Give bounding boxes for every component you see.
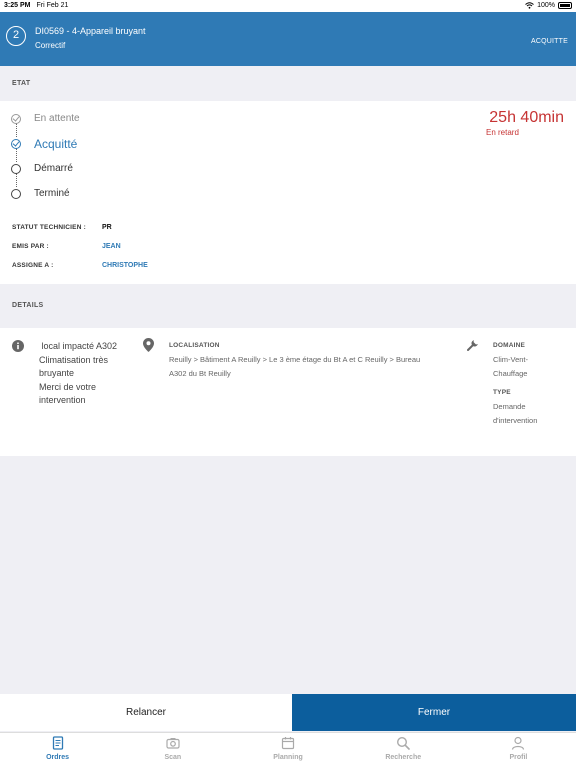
tab-planning[interactable]: Planning	[230, 733, 345, 768]
wrench-icon	[467, 340, 478, 351]
acquitte-button[interactable]: ACQUITTE	[531, 38, 568, 45]
status-date: Fri Feb 21	[36, 2, 69, 9]
timeline-step-en-attente: En attente	[11, 113, 80, 124]
order-header: 2 DI0569 - 4-Appareil bruyant Correctif …	[0, 12, 576, 66]
tab-label: Profil	[509, 754, 528, 761]
document-icon	[52, 736, 63, 750]
check-circle-icon	[11, 113, 21, 124]
timeline-step-label: Démarré	[34, 163, 73, 174]
step-badge: 2	[6, 26, 26, 46]
status-bar: 3:25 PM Fri Feb 21 100%	[0, 0, 576, 12]
domaine-line: Chauffage	[493, 369, 528, 378]
assigne-a-label: ASSIGNE A :	[12, 262, 54, 269]
type-label: TYPE	[493, 389, 511, 396]
tab-ordres[interactable]: Ordres	[0, 733, 115, 768]
circle-icon	[11, 188, 21, 199]
timeline-connector	[16, 123, 17, 137]
status-time: 3:25 PM	[4, 2, 31, 9]
person-icon	[512, 736, 525, 750]
domaine-label: DOMAINE	[493, 342, 526, 349]
late-status: En retard	[486, 128, 519, 137]
tab-label: Ordres	[46, 754, 70, 761]
localisation-line: A302 du Bt Reuilly	[169, 369, 231, 378]
tab-label: Planning	[273, 754, 303, 761]
details-section-label: DETAILS	[12, 302, 44, 309]
description-line: Merci de votre	[39, 381, 97, 392]
tab-profil[interactable]: Profil	[461, 733, 576, 768]
order-title: DI0569 - 4-Appareil bruyant	[35, 26, 146, 36]
battery-icon	[558, 2, 572, 9]
type-line: Demande	[493, 402, 526, 411]
description-line: intervention	[39, 395, 86, 405]
description-line: local impacté A302	[39, 341, 118, 351]
type-line: d'intervention	[493, 416, 538, 425]
relancer-button[interactable]: Relancer	[0, 694, 292, 731]
domaine-line: Clim-Vent-	[493, 355, 529, 364]
search-icon	[397, 736, 411, 750]
wifi-icon	[525, 2, 534, 9]
localisation-label: LOCALISATION	[169, 342, 220, 349]
timeline-step-label: Terminé	[34, 188, 70, 199]
timeline-step-label: Acquitté	[34, 137, 78, 151]
statut-technicien-value: PR	[102, 224, 112, 231]
domaine-value: Clim-Vent- Chauffage	[493, 353, 528, 381]
timeline-step-label: En attente	[34, 113, 80, 124]
statut-technicien-label: STATUT TECHNICIEN :	[12, 224, 86, 231]
fermer-button[interactable]: Fermer	[292, 694, 576, 731]
emis-par-value[interactable]: JEAN	[102, 243, 121, 250]
tab-label: Scan	[164, 754, 182, 761]
info-icon	[12, 340, 24, 352]
description-line: Climatisation très	[39, 354, 109, 365]
tab-scan[interactable]: Scan	[115, 733, 230, 768]
timeline-step-acquitte: Acquitté	[11, 137, 77, 151]
type-value: Demande d'intervention	[493, 400, 537, 428]
tab-label: Recherche	[385, 754, 422, 761]
order-subtitle: Correctif	[35, 41, 66, 50]
tab-bar: Ordres Scan Planning Recherche Profil	[0, 732, 576, 768]
emis-par-label: EMIS PAR :	[12, 243, 49, 250]
battery-percent: 100%	[537, 2, 555, 9]
tab-recherche[interactable]: Recherche	[346, 733, 461, 768]
localisation-value: Reuilly > Bâtiment A Reuilly > Le 3 ème …	[169, 353, 420, 381]
etat-section-label: ETAT	[12, 80, 31, 87]
timeline-connector	[16, 173, 17, 187]
timeline-step-demarre: Démarré	[11, 163, 73, 174]
circle-icon	[11, 163, 21, 174]
localisation-line: Reuilly > Bâtiment A Reuilly > Le 3 ème …	[169, 355, 421, 364]
camera-icon	[166, 738, 180, 749]
description-line: bruyante	[39, 368, 75, 378]
calendar-icon	[281, 737, 295, 750]
description: local impacté A302 Climatisation très br…	[39, 340, 117, 408]
late-duration: 25h 40min	[489, 109, 564, 126]
assigne-a-value[interactable]: CHRISTOPHE	[102, 262, 148, 269]
location-pin-icon	[143, 338, 154, 352]
check-circle-icon	[11, 139, 21, 149]
timeline-step-termine: Terminé	[11, 188, 70, 199]
